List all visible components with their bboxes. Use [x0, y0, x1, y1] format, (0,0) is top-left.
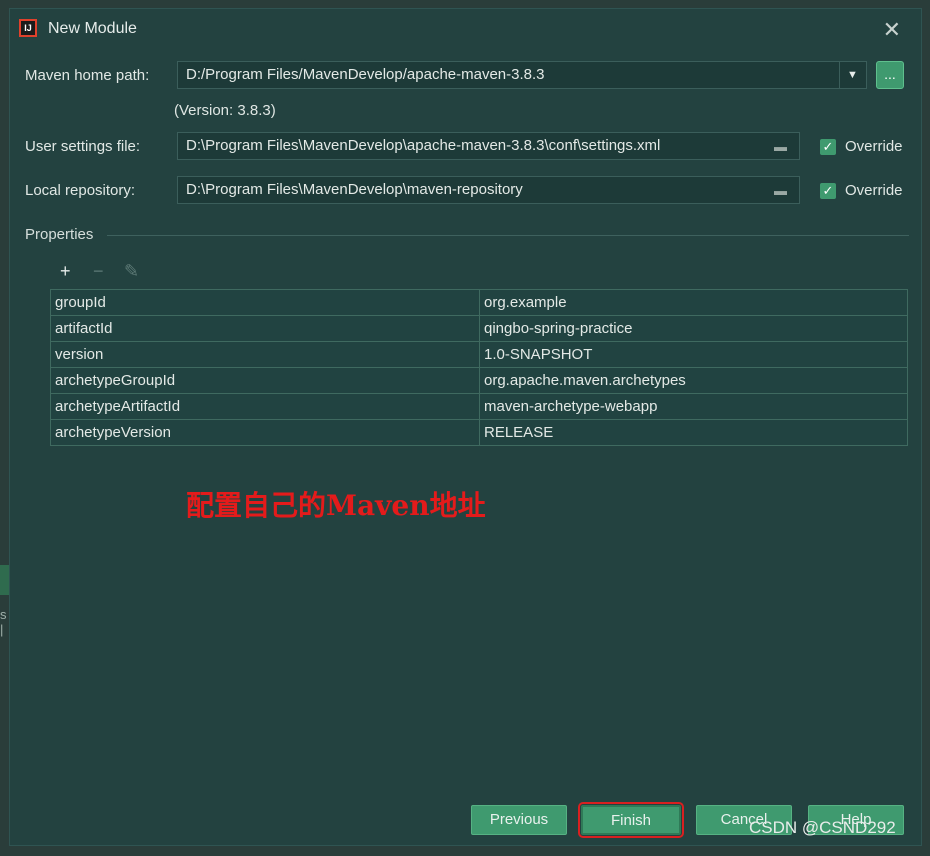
title-bar: IJ New Module ✕	[10, 9, 921, 53]
property-key[interactable]: version	[50, 341, 480, 368]
property-value[interactable]: maven-archetype-webapp	[479, 393, 908, 420]
table-row[interactable]: archetypeArtifactId maven-archetype-weba…	[50, 393, 908, 420]
local-repository-value: D:\Program Files\MavenDevelop\maven-repo…	[186, 181, 523, 198]
override-settings-label: Override	[845, 138, 903, 155]
user-settings-label: User settings file:	[25, 138, 141, 155]
user-settings-field[interactable]: D:\Program Files\MavenDevelop\apache-mav…	[177, 132, 800, 160]
table-row[interactable]: version 1.0-SNAPSHOT	[50, 341, 908, 368]
properties-divider	[107, 235, 909, 236]
maven-version-note: (Version: 3.8.3)	[174, 102, 276, 119]
table-row[interactable]: artifactId qingbo-spring-practice	[50, 315, 908, 342]
property-value[interactable]: RELEASE	[479, 419, 908, 446]
previous-button[interactable]: Previous	[471, 805, 567, 835]
override-settings-checkbox[interactable]: ✓	[820, 139, 836, 155]
chevron-down-icon[interactable]: ▼	[839, 61, 865, 89]
annotation-text: 配置自己的Maven地址	[186, 489, 486, 522]
table-row[interactable]: groupId org.example	[50, 289, 908, 316]
new-module-dialog: IJ New Module ✕ Maven home path: D:/Prog…	[9, 8, 922, 846]
override-repository-checkbox[interactable]: ✓	[820, 183, 836, 199]
property-key[interactable]: archetypeGroupId	[50, 367, 480, 394]
intellij-icon: IJ	[19, 19, 37, 37]
property-value[interactable]: org.apache.maven.archetypes	[479, 367, 908, 394]
property-key[interactable]: archetypeArtifactId	[50, 393, 480, 420]
properties-table: groupId org.example artifactId qingbo-sp…	[50, 289, 908, 446]
property-key[interactable]: archetypeVersion	[50, 419, 480, 446]
folder-icon[interactable]: ▬	[774, 139, 792, 154]
properties-section-title: Properties	[25, 226, 94, 243]
local-repository-field[interactable]: D:\Program Files\MavenDevelop\maven-repo…	[177, 176, 800, 204]
property-value[interactable]: 1.0-SNAPSHOT	[479, 341, 908, 368]
close-icon[interactable]: ✕	[883, 17, 901, 43]
table-row[interactable]: archetypeGroupId org.apache.maven.archet…	[50, 367, 908, 394]
maven-home-combo[interactable]: D:/Program Files/MavenDevelop/apache-mav…	[177, 61, 867, 89]
folder-icon[interactable]: ▬	[774, 183, 792, 198]
browse-maven-home-button[interactable]: ...	[876, 61, 904, 89]
local-repository-label: Local repository:	[25, 182, 136, 199]
edit-property-icon[interactable]: ✎	[124, 261, 139, 282]
add-property-icon[interactable]: +	[60, 261, 71, 282]
maven-home-value: D:/Program Files/MavenDevelop/apache-mav…	[186, 66, 545, 83]
property-key[interactable]: groupId	[50, 289, 480, 316]
property-value[interactable]: qingbo-spring-practice	[479, 315, 908, 342]
property-key[interactable]: artifactId	[50, 315, 480, 342]
table-row[interactable]: archetypeVersion RELEASE	[50, 419, 908, 446]
property-value[interactable]: org.example	[479, 289, 908, 316]
remove-property-icon[interactable]: −	[93, 261, 104, 282]
dialog-title: New Module	[48, 20, 137, 37]
watermark: CSDN @CSND292	[749, 818, 896, 837]
maven-home-label: Maven home path:	[25, 67, 150, 84]
finish-button[interactable]: Finish	[578, 802, 684, 838]
override-repository-label: Override	[845, 182, 903, 199]
user-settings-value: D:\Program Files\MavenDevelop\apache-mav…	[186, 137, 661, 154]
